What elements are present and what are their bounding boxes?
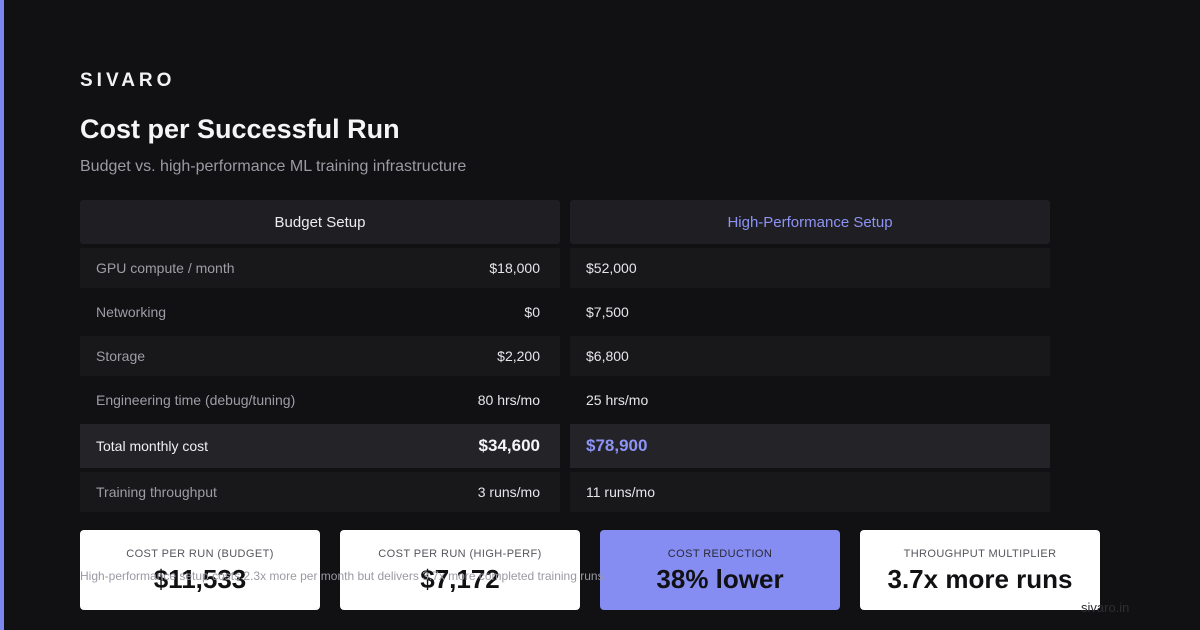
cost-reduction-card: COST REDUCTION 38% lower (600, 530, 840, 610)
row-label: Storage (96, 348, 146, 364)
card-label: COST PER RUN (BUDGET) (126, 548, 274, 560)
row-value: 3 runs/mo (477, 484, 540, 500)
row-value: $52,000 (586, 260, 637, 276)
card-value: 3.7x more runs (887, 564, 1073, 594)
row-value: $7,500 (586, 304, 629, 320)
table-row: Training throughput 3 runs/mo (80, 472, 560, 512)
total-row: Total monthly cost $34,600 (80, 424, 560, 468)
budget-column: Budget Setup GPU compute / month $18,000… (80, 200, 560, 516)
card-value: 38% lower (656, 564, 784, 594)
brand-domain: sivaro.in (1081, 600, 1130, 615)
row-label: Engineering time (debug/tuning) (96, 392, 296, 408)
row-value: 80 hrs/mo (477, 392, 540, 408)
row-label: Training throughput (96, 484, 217, 500)
total-row: $78,900 (570, 424, 1050, 468)
high-perf-column: High-Performance Setup $52,000 $7,500 $6… (570, 200, 1050, 516)
table-row: 25 hrs/mo (570, 380, 1050, 420)
table-row: Networking $0 (80, 292, 560, 332)
accent-bar (0, 0, 4, 630)
card-label: COST PER RUN (HIGH-PERF) (378, 548, 542, 560)
card-label: THROUGHPUT MULTIPLIER (903, 548, 1057, 560)
table-row: 11 runs/mo (570, 472, 1050, 512)
row-value: 25 hrs/mo (586, 392, 649, 408)
row-value: $34,600 (478, 436, 540, 455)
high-perf-column-heading: High-Performance Setup (570, 200, 1050, 244)
table-row: GPU compute / month $18,000 (80, 248, 560, 288)
row-label: Total monthly cost (96, 438, 209, 454)
table-row: Engineering time (debug/tuning) 80 hrs/m… (80, 380, 560, 420)
row-value: $6,800 (586, 348, 629, 364)
row-value: $2,200 (497, 348, 540, 364)
throughput-multiplier-card: THROUGHPUT MULTIPLIER 3.7x more runs (860, 530, 1100, 610)
footnote: High-performance setup costs 2.3x more p… (80, 569, 607, 583)
table-row: $6,800 (570, 336, 1050, 376)
row-value: $78,900 (586, 436, 648, 455)
brand-logo: SIVARO (80, 70, 176, 91)
page-subtitle: Budget vs. high-performance ML training … (80, 158, 467, 175)
row-value: $0 (524, 304, 540, 320)
card-label: COST REDUCTION (667, 548, 773, 560)
page-title: Cost per Successful Run (80, 114, 400, 144)
table-row: $7,500 (570, 292, 1050, 332)
row-value: 11 runs/mo (586, 484, 655, 500)
row-value: $18,000 (489, 260, 540, 276)
table-row: Storage $2,200 (80, 336, 560, 376)
budget-column-heading: Budget Setup (80, 200, 560, 244)
row-label: Networking (96, 304, 167, 320)
table-row: $52,000 (570, 248, 1050, 288)
row-label: GPU compute / month (96, 260, 235, 276)
